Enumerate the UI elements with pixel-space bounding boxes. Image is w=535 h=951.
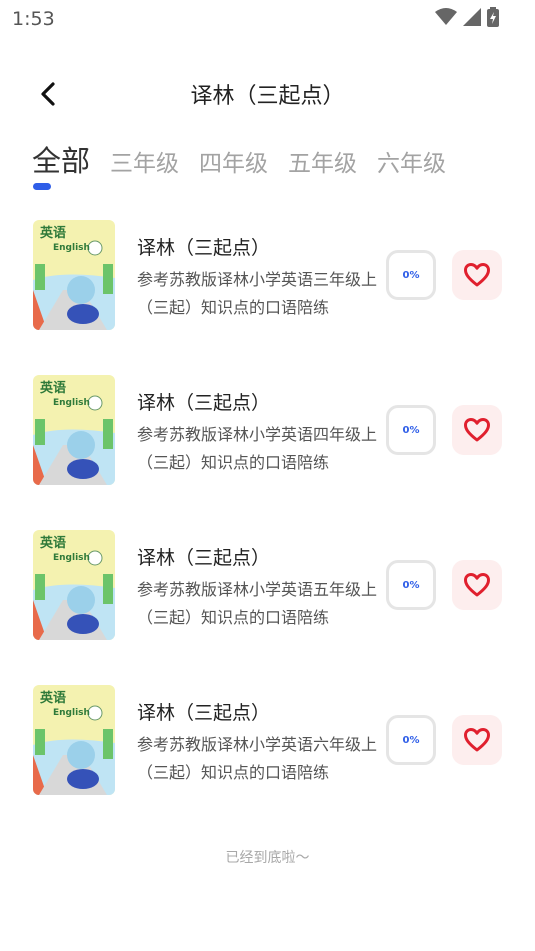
course-title: 译林（三起点） [137, 392, 271, 414]
tab-grade-5[interactable]: 五年级 [288, 144, 357, 178]
cover-title: 英语 [39, 380, 66, 396]
favorite-button[interactable] [452, 715, 502, 765]
status-time: 1:53 [12, 8, 55, 30]
course-description: 参考苏教版译林小学英语四年级上（三起）知识点的口语陪练 [137, 425, 378, 472]
cover-title: 英语 [39, 535, 66, 551]
course-list: 英语 English 译林（三起点） 参考苏教版译林小学英语三年级上（三起）知识… [0, 220, 535, 840]
book-cover[interactable]: 英语 English [33, 530, 115, 640]
cover-subtitle: English [53, 553, 90, 563]
cover-title: 英语 [39, 690, 66, 706]
cover-subtitle: English [53, 398, 90, 408]
status-bar: 1:53 [0, 0, 535, 40]
favorite-button[interactable] [452, 560, 502, 610]
favorite-button[interactable] [452, 405, 502, 455]
book-cover[interactable]: 英语 English [33, 375, 115, 485]
heart-icon [464, 573, 490, 597]
wifi-icon [435, 8, 457, 25]
end-of-list-text: 已经到底啦〜 [225, 850, 310, 866]
heart-icon [464, 728, 490, 752]
heart-icon [464, 263, 490, 287]
heart-icon [464, 418, 490, 442]
cover-subtitle: English [53, 243, 90, 253]
course-title: 译林（三起点） [137, 547, 271, 569]
course-description: 参考苏教版译林小学英语五年级上（三起）知识点的口语陪练 [137, 580, 378, 627]
tab-grade-4[interactable]: 四年级 [199, 144, 268, 178]
course-item[interactable]: 英语 English 译林（三起点） 参考苏教版译林小学英语五年级上（三起）知识… [0, 530, 535, 685]
progress-badge: 0% [386, 250, 436, 300]
tab-grade-6[interactable]: 六年级 [377, 144, 446, 178]
course-title: 译林（三起点） [137, 702, 271, 724]
active-tab-indicator [33, 183, 51, 190]
course-item[interactable]: 英语 English 译林（三起点） 参考苏教版译林小学英语四年级上（三起）知识… [0, 375, 535, 530]
progress-badge: 0% [386, 560, 436, 610]
signal-icon [463, 8, 481, 26]
grade-tabs: 全部 三年级 四年级 五年级 六年级 [32, 138, 466, 180]
favorite-button[interactable] [452, 250, 502, 300]
book-cover[interactable]: 英语 English [33, 220, 115, 330]
status-icons [435, 7, 499, 27]
course-item[interactable]: 英语 English 译林（三起点） 参考苏教版译林小学英语六年级上（三起）知识… [0, 685, 535, 840]
course-description: 参考苏教版译林小学英语六年级上（三起）知识点的口语陪练 [137, 735, 378, 782]
cover-subtitle: English [53, 708, 90, 718]
header: 译林（三起点） [0, 72, 535, 118]
progress-badge: 0% [386, 715, 436, 765]
tab-all[interactable]: 全部 [32, 138, 90, 180]
cover-title: 英语 [39, 225, 66, 241]
progress-badge: 0% [386, 405, 436, 455]
book-cover[interactable]: 英语 English [33, 685, 115, 795]
page-title: 译林（三起点） [190, 84, 345, 109]
course-description: 参考苏教版译林小学英语三年级上（三起）知识点的口语陪练 [137, 270, 378, 317]
course-item[interactable]: 英语 English 译林（三起点） 参考苏教版译林小学英语三年级上（三起）知识… [0, 220, 535, 375]
course-title: 译林（三起点） [137, 237, 271, 259]
battery-icon [487, 7, 499, 27]
tab-grade-3[interactable]: 三年级 [110, 144, 179, 178]
